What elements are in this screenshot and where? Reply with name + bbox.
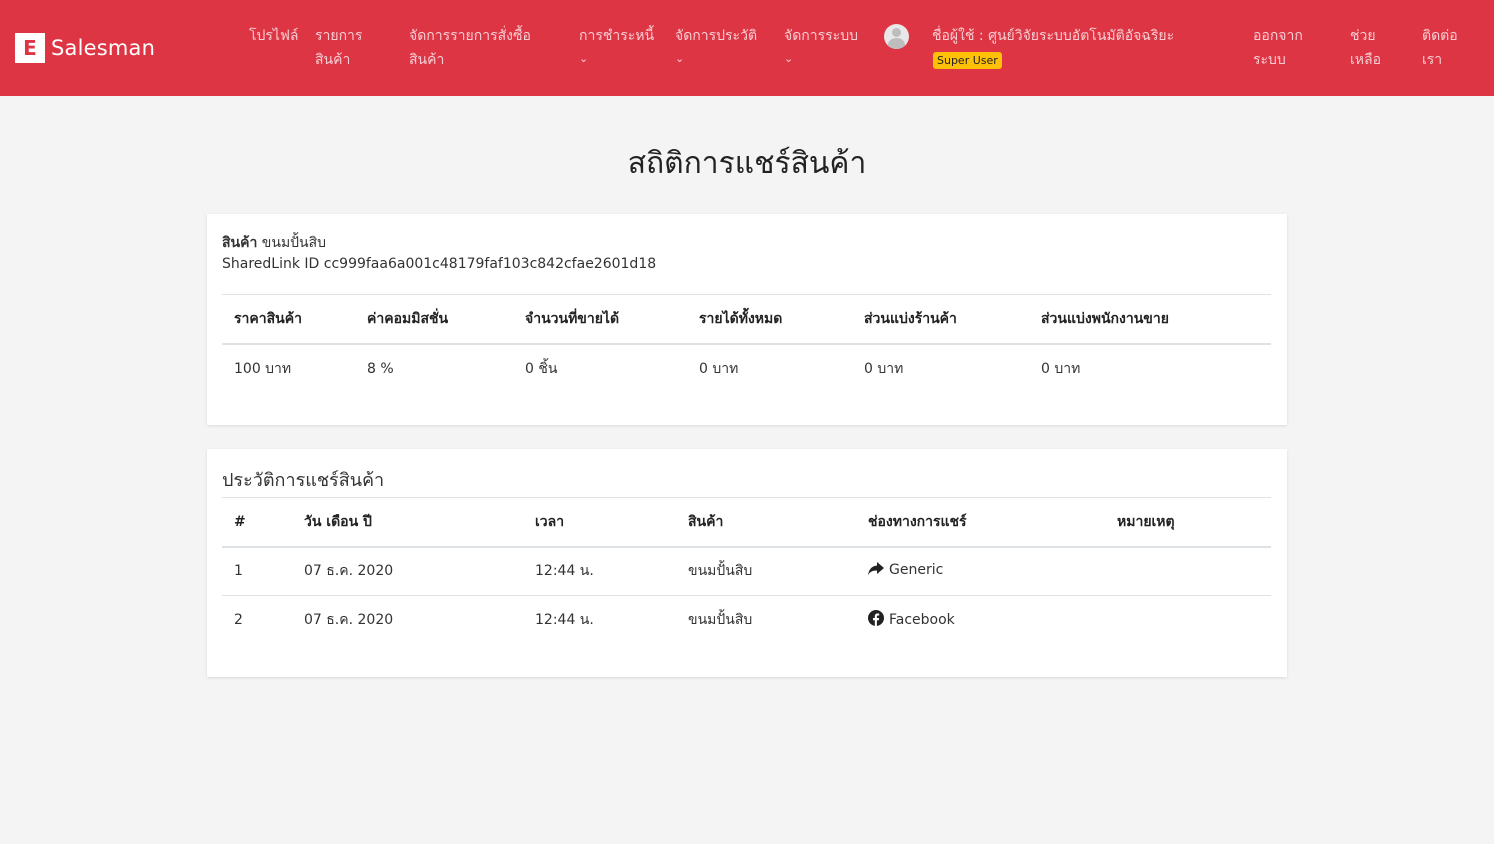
stats-header: จำนวนที่ขายได้ <box>513 294 687 345</box>
table-row: 2 07 ธ.ค. 2020 12:44 น. ขนมปั้นสิบ Faceb… <box>222 596 1271 645</box>
nav-profile[interactable]: โปรไฟล์ <box>249 24 298 48</box>
history-time: 12:44 น. <box>523 546 676 596</box>
share-history-table: # วัน เดือน ปี เวลา สินค้า ช่องทางการแชร… <box>222 497 1271 645</box>
user-role-badge: Super User <box>933 52 1002 69</box>
stats-header: ราคาสินค้า <box>222 294 355 345</box>
facebook-icon <box>868 610 884 630</box>
stats-value: 0 ชิ้น <box>525 360 558 377</box>
nav-debt-dropdown[interactable]: การชำระหนี้ <box>579 24 654 48</box>
nav-orders-line2: สินค้า <box>409 52 445 68</box>
nav-system-label: จัดการระบบ <box>784 28 858 44</box>
stats-header: ค่าคอมมิสชั่น <box>355 294 513 345</box>
history-channel-label: Generic <box>889 562 944 579</box>
product-info: สินค้า ขนมปั้นสิบ <box>222 232 326 254</box>
nav-help[interactable]: ช่วย เหลือ <box>1350 24 1381 72</box>
stats-header: ส่วนแบ่งพนักงานขาย <box>1029 294 1271 345</box>
stats-value: 0 บาท <box>864 360 904 377</box>
nav-history-label: จัดการประวัติ <box>675 28 758 44</box>
nav-logout-line2: ระบบ <box>1253 52 1286 68</box>
stats-header: รายได้ทั้งหมด <box>687 294 852 345</box>
history-date: 07 ธ.ค. 2020 <box>292 546 523 596</box>
nav-history-dropdown[interactable]: จัดการประวัติ <box>675 24 757 48</box>
user-name: ชื่อผู้ใช้ : ศูนย์วิจัยระบบอัตโนมัติอัจฉ… <box>932 28 1175 44</box>
brand-logo[interactable]: E Salesman <box>15 33 155 63</box>
stats-row: 100 บาท 8 % 0 ชิ้น 0 บาท 0 บาท 0 บาท <box>222 344 1271 393</box>
stats-header-row: ราคาสินค้า ค่าคอมมิสชั่น จำนวนที่ขายได้ … <box>222 294 1271 345</box>
history-header: เวลา <box>523 497 676 548</box>
user-avatar-icon[interactable] <box>884 24 909 49</box>
history-channel-label: Facebook <box>889 612 955 629</box>
shared-link-id: SharedLink ID cc999faa6a001c48179faf103c… <box>222 256 657 272</box>
nav-contact-line2: เรา <box>1422 52 1443 68</box>
product-name: ขนมปั้นสิบ <box>261 235 327 251</box>
stats-value: 0 บาท <box>699 360 739 377</box>
page-title: สถิติการแชร์สินค้า <box>627 146 867 181</box>
nav-products-line2: สินค้า <box>315 52 351 68</box>
share-history-title: ประวัติการแชร์สินค้า <box>222 470 385 491</box>
nav-contact-line1: ติดต่อ <box>1422 28 1458 44</box>
logo-letter-icon: E <box>15 33 45 63</box>
avatar-head <box>892 28 901 37</box>
history-product: ขนมปั้นสิบ <box>688 612 753 629</box>
stats-value: 0 บาท <box>1041 360 1081 377</box>
stats-header: ส่วนแบ่งร้านค้า <box>852 294 1029 345</box>
share-icon <box>868 562 884 580</box>
nav-help-line2: เหลือ <box>1350 52 1382 68</box>
history-header: หมายเหตุ <box>1105 497 1271 548</box>
stats-table: ราคาสินค้า ค่าคอมมิสชั่น จำนวนที่ขายได้ … <box>222 294 1271 393</box>
share-history-card: ประวัติการแชร์สินค้า # วัน เดือน ปี เวลา… <box>207 449 1287 677</box>
nav-help-line1: ช่วย <box>1350 28 1376 44</box>
nav-logout-line1: ออกจาก <box>1253 28 1303 44</box>
nav-orders-line1: จัดการรายการสั่งซื้อ <box>409 28 531 44</box>
history-channel: Generic <box>856 546 1105 596</box>
history-note <box>1105 546 1271 596</box>
stats-value: 100 บาท <box>234 360 292 377</box>
chevron-down-icon: ⌄ <box>784 52 794 65</box>
history-no: 1 <box>222 546 292 596</box>
product-label: สินค้า <box>222 235 258 251</box>
nav-products[interactable]: รายการ สินค้า <box>315 24 362 72</box>
chevron-down-icon: ⌄ <box>579 52 589 65</box>
nav-logout[interactable]: ออกจาก ระบบ <box>1253 24 1303 72</box>
product-stats-card: สินค้า ขนมปั้นสิบ SharedLink ID cc999faa… <box>207 214 1287 425</box>
top-navbar: E Salesman โปรไฟล์ รายการ สินค้า จัดการร… <box>0 0 1494 96</box>
history-header: วัน เดือน ปี <box>292 497 523 548</box>
chevron-down-icon: ⌄ <box>675 52 685 65</box>
nav-system-dropdown[interactable]: จัดการระบบ <box>784 24 858 48</box>
nav-debt-label: การชำระหนี้ <box>579 28 655 44</box>
history-channel: Facebook <box>856 596 1105 645</box>
nav-contact[interactable]: ติดต่อ เรา <box>1422 24 1458 72</box>
history-time: 12:44 น. <box>535 612 594 629</box>
history-product: ขนมปั้นสิบ <box>676 546 856 596</box>
table-row: 1 07 ธ.ค. 2020 12:44 น. ขนมปั้นสิบ Gener… <box>222 546 1271 596</box>
history-header: สินค้า <box>676 497 856 548</box>
stats-value: 8 % <box>367 360 394 377</box>
nav-orders[interactable]: จัดการรายการสั่งซื้อ สินค้า <box>409 24 531 72</box>
history-header: ช่องทางการแชร์ <box>856 497 1105 548</box>
avatar-shoulders <box>888 38 905 49</box>
brand-name: Salesman <box>51 36 156 60</box>
history-header: # <box>222 497 292 548</box>
history-no: 2 <box>234 612 243 629</box>
history-note <box>1105 596 1271 645</box>
history-header-row: # วัน เดือน ปี เวลา สินค้า ช่องทางการแชร… <box>222 497 1271 548</box>
history-date: 07 ธ.ค. 2020 <box>304 612 394 629</box>
nav-products-line1: รายการ <box>315 28 363 44</box>
